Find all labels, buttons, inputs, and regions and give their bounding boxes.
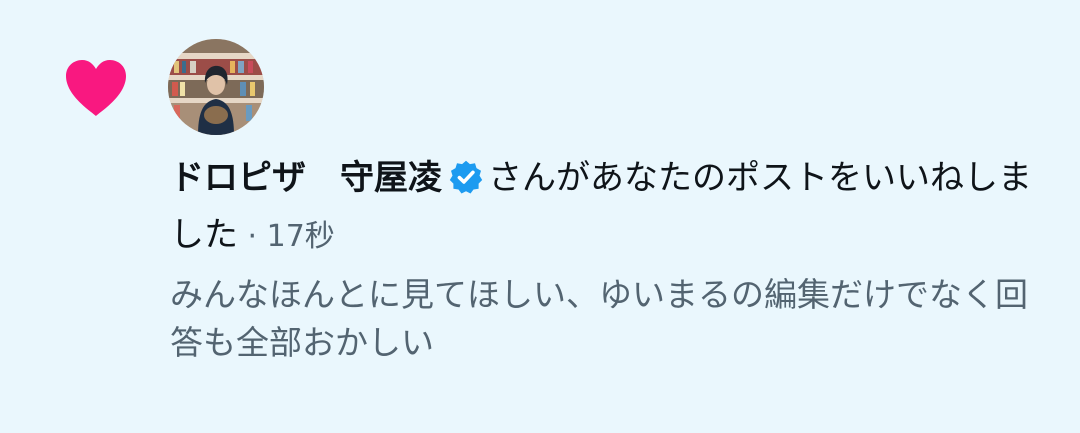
avatar-image: [168, 39, 264, 135]
timestamp: 17秒: [266, 219, 335, 254]
user-name[interactable]: ドロピザ 守屋凌: [170, 158, 442, 198]
heart-icon: [66, 60, 126, 116]
like-notification[interactable]: ドロピザ 守屋凌 さんがあなたのポストをいいねしました · 17秒 みんなほんと…: [0, 0, 1080, 433]
notification-content: ドロピザ 守屋凌 さんがあなたのポストをいいねしました · 17秒 みんなほんと…: [170, 150, 1050, 367]
timestamp-separator: ·: [238, 219, 267, 254]
notification-headline: ドロピザ 守屋凌 さんがあなたのポストをいいねしました · 17秒: [170, 150, 1050, 265]
avatar[interactable]: [168, 39, 264, 135]
liked-post-text[interactable]: みんなほんとに見てほしい、ゆいまるの編集だけでなく回答も全部おかしい: [170, 271, 1050, 367]
verified-badge-icon: [449, 160, 483, 194]
